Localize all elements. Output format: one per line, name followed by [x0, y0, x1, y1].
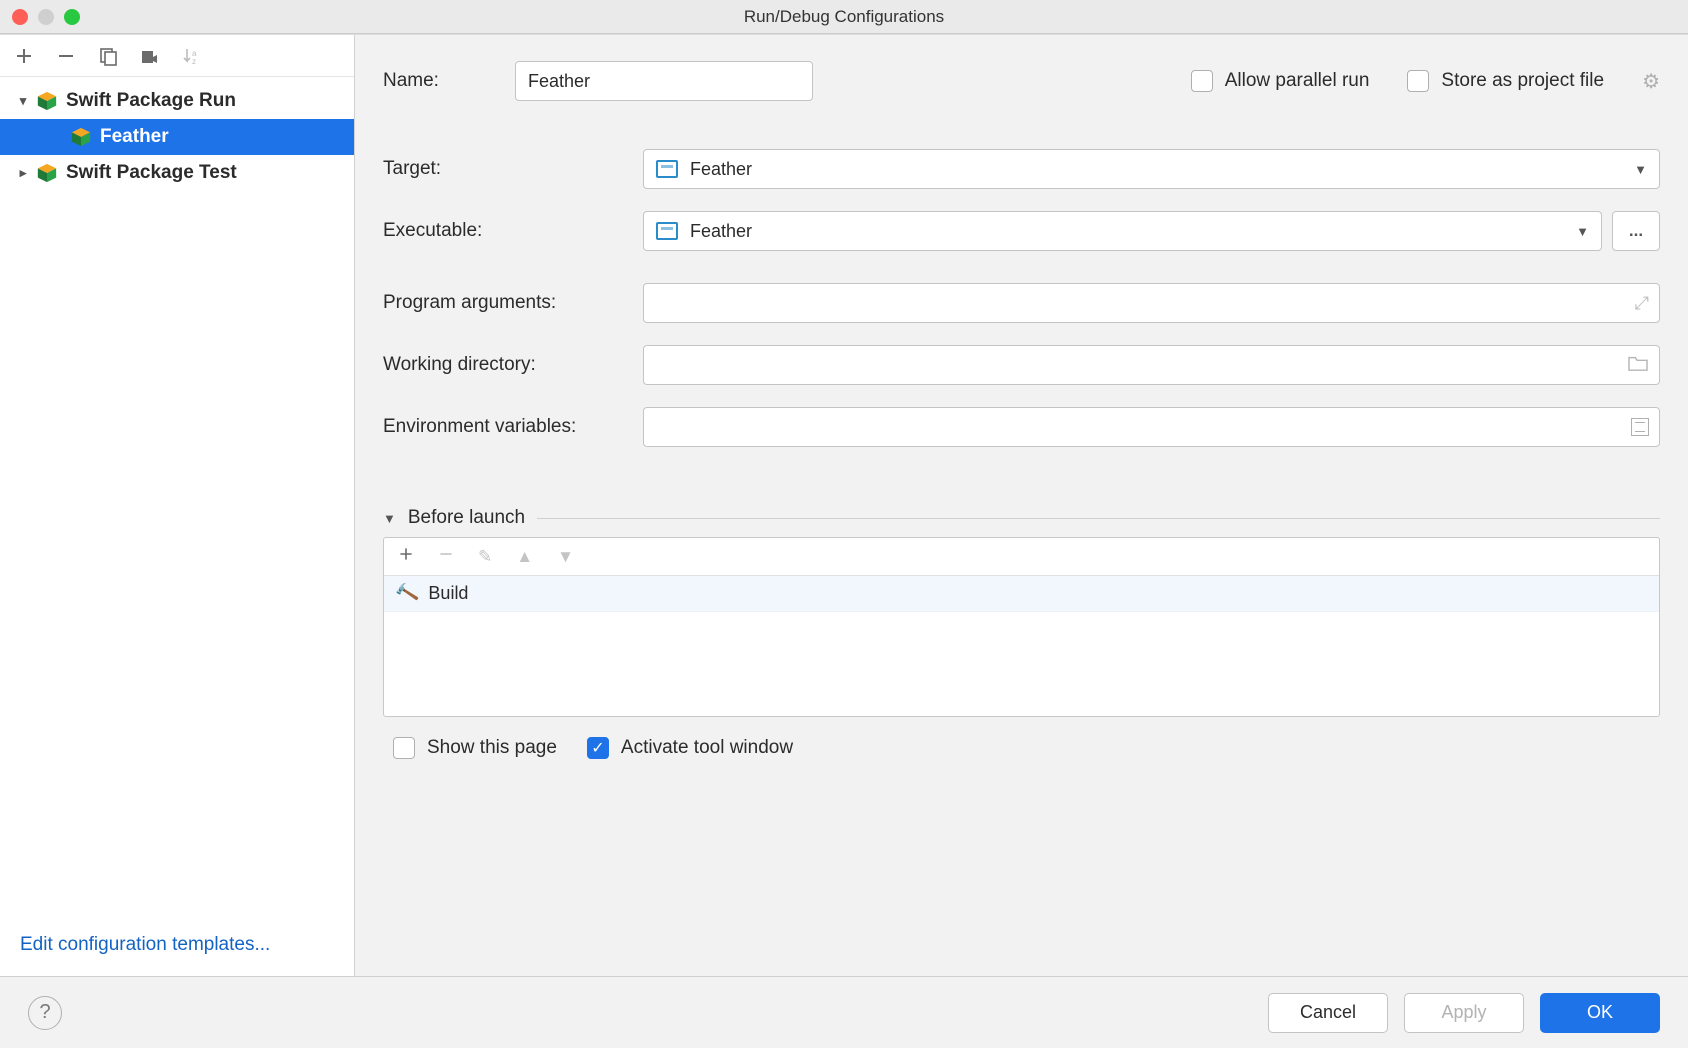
executable-browse-button[interactable]: ...	[1612, 211, 1660, 251]
save-config-icon[interactable]	[140, 46, 160, 66]
tree-node-label: Feather	[100, 126, 169, 148]
executable-value: Feather	[690, 221, 752, 242]
task-label: Build	[428, 583, 468, 604]
allow-parallel-checkbox[interactable]: Allow parallel run	[1191, 70, 1370, 92]
window-close-button[interactable]	[12, 9, 28, 25]
tree-node-swift-package-run[interactable]: ▾ Swift Package Run	[0, 83, 354, 119]
edit-templates-link[interactable]: Edit configuration templates...	[0, 920, 354, 976]
expand-icon[interactable]: ⤢	[1635, 293, 1649, 314]
target-icon	[656, 222, 678, 240]
target-select[interactable]: Feather ▼	[643, 149, 1660, 189]
gear-icon[interactable]: ⚙	[1642, 69, 1660, 94]
target-icon	[656, 160, 678, 178]
before-launch-panel: ✎ ▲ ▼ 🔨 Build	[383, 537, 1660, 717]
svg-text:z: z	[192, 57, 196, 66]
sidebar: az ▾ Swift Package Run Feather	[0, 35, 355, 976]
package-icon	[36, 162, 58, 184]
hammer-icon: 🔨	[394, 580, 421, 606]
env-vars-label: Environment variables:	[383, 416, 643, 438]
add-config-icon[interactable]	[14, 46, 34, 66]
window-maximize-button[interactable]	[64, 9, 80, 25]
collapse-icon[interactable]: ▼	[383, 511, 396, 526]
allow-parallel-label: Allow parallel run	[1225, 70, 1370, 92]
titlebar: Run/Debug Configurations	[0, 0, 1688, 34]
name-label: Name:	[383, 70, 483, 92]
remove-task-icon[interactable]	[438, 546, 454, 567]
activate-tool-window-label: Activate tool window	[621, 737, 793, 759]
help-button[interactable]: ?	[28, 996, 62, 1030]
apply-button[interactable]: Apply	[1404, 993, 1524, 1033]
checkbox-box	[393, 737, 415, 759]
store-project-label: Store as project file	[1441, 70, 1604, 92]
name-input[interactable]	[515, 61, 813, 101]
target-label: Target:	[383, 158, 643, 180]
package-icon	[70, 126, 92, 148]
program-args-label: Program arguments:	[383, 292, 643, 314]
move-up-icon[interactable]: ▲	[516, 547, 533, 567]
tree-node-label: Swift Package Run	[66, 90, 236, 112]
checkbox-box	[1191, 70, 1213, 92]
program-args-input[interactable]: ⤢	[643, 283, 1660, 323]
move-down-icon[interactable]: ▼	[557, 547, 574, 567]
chevron-down-icon: ▼	[1634, 162, 1647, 177]
list-icon[interactable]	[1631, 418, 1649, 436]
executable-select[interactable]: Feather ▼	[643, 211, 1602, 251]
edit-task-icon[interactable]: ✎	[478, 547, 492, 567]
working-directory-input[interactable]	[643, 345, 1660, 385]
show-this-page-checkbox[interactable]: Show this page	[393, 737, 557, 759]
chevron-right-icon: ▸	[14, 165, 32, 181]
target-value: Feather	[690, 159, 752, 180]
activate-tool-window-checkbox[interactable]: ✓ Activate tool window	[587, 737, 793, 759]
add-task-icon[interactable]	[398, 546, 414, 567]
tree-node-feather[interactable]: Feather	[0, 119, 354, 155]
window-title: Run/Debug Configurations	[0, 7, 1688, 27]
package-icon	[36, 90, 58, 112]
tree-node-label: Swift Package Test	[66, 162, 237, 184]
tree-node-swift-package-test[interactable]: ▸ Swift Package Test	[0, 155, 354, 191]
divider	[537, 518, 1660, 519]
sort-config-icon[interactable]: az	[182, 46, 202, 66]
folder-icon[interactable]	[1627, 354, 1649, 377]
store-project-checkbox[interactable]: Store as project file	[1407, 70, 1604, 92]
checkbox-box	[1407, 70, 1429, 92]
env-vars-input[interactable]	[643, 407, 1660, 447]
window-minimize-button[interactable]	[38, 9, 54, 25]
cancel-button[interactable]: Cancel	[1268, 993, 1388, 1033]
before-launch-task[interactable]: 🔨 Build	[384, 576, 1659, 612]
chevron-down-icon: ▼	[1576, 224, 1589, 239]
executable-label: Executable:	[383, 220, 643, 242]
checkbox-box: ✓	[587, 737, 609, 759]
working-directory-label: Working directory:	[383, 354, 643, 376]
ok-button[interactable]: OK	[1540, 993, 1660, 1033]
copy-config-icon[interactable]	[98, 46, 118, 66]
chevron-down-icon: ▾	[14, 93, 32, 109]
remove-config-icon[interactable]	[56, 46, 76, 66]
show-this-page-label: Show this page	[427, 737, 557, 759]
before-launch-title: Before launch	[408, 507, 525, 529]
